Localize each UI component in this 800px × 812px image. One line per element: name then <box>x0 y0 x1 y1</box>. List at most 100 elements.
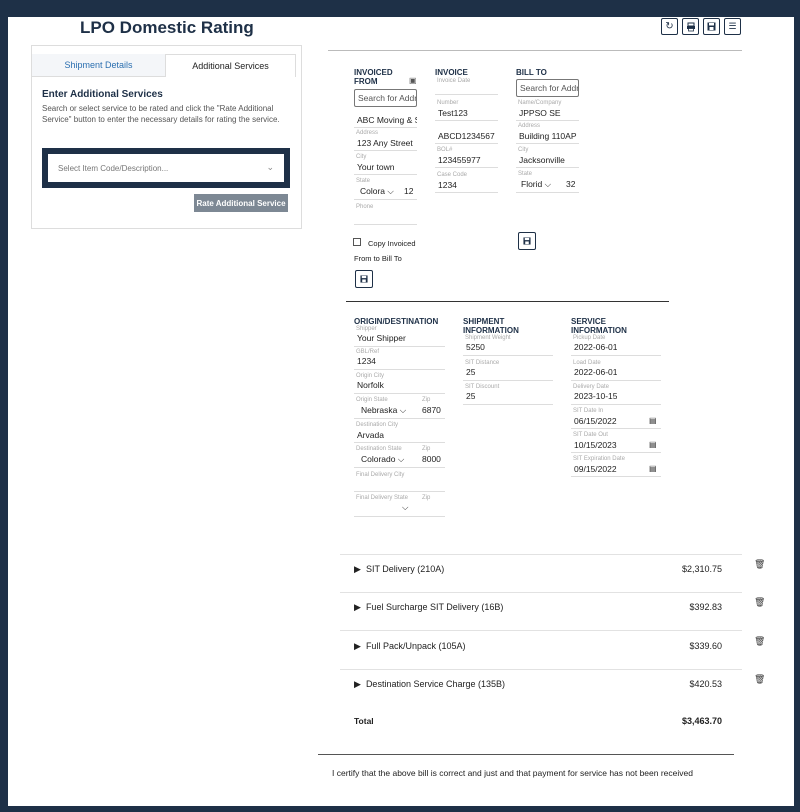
invoiced-from-address-label: Address <box>356 130 379 136</box>
field-underline <box>354 418 445 419</box>
charge-label: SIT Delivery (210A) <box>365 564 445 574</box>
charge-row-destination-service[interactable]: ▶ Destination Service Charge (135B) <box>354 679 505 690</box>
sit-in-label: SIT Date In <box>573 408 604 414</box>
refresh-button[interactable]: ↻ <box>661 18 678 35</box>
origin-zip-label: Zip <box>422 397 431 403</box>
shipment-information-heading: SHIPMENT INFORMATION <box>463 317 519 335</box>
invoice-number-2[interactable]: ABCD1234567 <box>438 131 495 141</box>
origin-state-select[interactable]: Nebraska ⌵ <box>361 405 406 416</box>
calendar-icon[interactable]: ▤ <box>649 440 657 449</box>
invoiced-from-name[interactable]: ABC Moving & S <box>357 115 417 125</box>
delivery-date-value[interactable]: 2023-10-15 <box>574 391 617 401</box>
shipper-label: Shipper <box>356 326 377 332</box>
final-state-select[interactable]: ⌵ <box>402 502 408 513</box>
save-button[interactable] <box>703 18 720 35</box>
trash-icon[interactable]: 🗑 <box>754 597 765 608</box>
trash-icon[interactable]: 🗑 <box>754 674 765 685</box>
charge-label: Destination Service Charge (135B) <box>365 679 506 689</box>
final-state-label: Final Delivery State <box>356 495 409 501</box>
invoiced-from-zip[interactable]: 12 <box>404 186 413 196</box>
invoiced-from-city[interactable]: Your town <box>357 162 395 172</box>
field-underline <box>463 380 553 381</box>
tab-shipment-details[interactable]: Shipment Details <box>32 54 165 77</box>
invoiced-from-state-label: State <box>356 178 371 184</box>
sit-discount-value[interactable]: 25 <box>466 391 475 401</box>
dest-city-label: Destination City <box>356 422 399 428</box>
invoiced-from-city-label: City <box>356 154 367 160</box>
dest-city-value[interactable]: Arvada <box>357 430 384 440</box>
bill-to-search-input[interactable]: Search for Addr <box>516 79 579 97</box>
bill-to-name-label: Name/Company <box>518 100 562 106</box>
calendar-icon[interactable]: ▤ <box>649 416 657 425</box>
charge-row-fuel-surcharge[interactable]: ▶ Fuel Surcharge SIT Delivery (16B) <box>354 602 503 613</box>
save-bill-to-button[interactable] <box>518 232 536 250</box>
sit-out-value[interactable]: 10/15/2023 <box>574 440 617 450</box>
origin-city-value[interactable]: Norfolk <box>357 380 384 390</box>
sit-distance-value[interactable]: 25 <box>466 367 475 377</box>
load-date-label: Load Date <box>573 360 601 366</box>
field-underline <box>354 442 445 443</box>
field-underline <box>354 491 445 492</box>
panel-heading: Enter Additional Services <box>42 89 163 100</box>
field-underline <box>354 199 417 200</box>
print-button[interactable] <box>682 18 699 35</box>
dest-zip-value[interactable]: 8000 <box>422 454 441 464</box>
total-amount: $3,463.70 <box>681 716 722 726</box>
bill-to-city[interactable]: Jacksonville <box>519 155 565 165</box>
service-select[interactable]: Select Item Code/Description... ⌄ <box>48 154 284 182</box>
gbl-value[interactable]: 1234 <box>357 356 376 366</box>
chevron-down-icon: ⌄ <box>266 162 274 172</box>
origin-destination-heading: ORIGIN/DESTINATION <box>354 317 439 326</box>
bill-to-state: Florid <box>521 179 543 189</box>
invoiced-from-address[interactable]: 123 Any Street <box>357 138 419 148</box>
invoice-case-label: Case Code <box>437 172 468 178</box>
shipper-value[interactable]: Your Shipper <box>357 333 406 343</box>
charge-row-full-pack[interactable]: ▶ Full Pack/Unpack (105A) <box>354 641 465 652</box>
calendar-icon[interactable]: ▤ <box>649 464 657 473</box>
shipment-weight-value[interactable]: 5250 <box>466 342 485 352</box>
expand-caret-icon: ▶ <box>354 641 361 651</box>
dest-state-select[interactable]: Colorado ⌵ <box>361 454 404 465</box>
service-select-wrapper: Select Item Code/Description... ⌄ <box>42 148 290 188</box>
invoice-number[interactable]: Test123 <box>438 108 468 118</box>
bill-to-name[interactable]: JPPSO SE <box>519 108 561 118</box>
sit-in-value[interactable]: 06/15/2022 <box>574 416 617 426</box>
trash-icon[interactable]: 🗑 <box>754 559 765 570</box>
list-button[interactable]: ☰ <box>724 18 741 35</box>
invoiced-from-search-input[interactable]: Search for Addr <box>354 89 417 107</box>
field-underline <box>571 404 661 405</box>
copy-label-line-1: Copy Invoiced <box>368 239 416 248</box>
copy-to-bill-checkbox[interactable] <box>353 238 361 246</box>
refresh-icon: ↻ <box>665 21 674 32</box>
tab-additional-services[interactable]: Additional Services <box>165 54 296 77</box>
sit-expiration-value[interactable]: 09/15/2022 <box>574 464 617 474</box>
load-date-value[interactable]: 2022-06-01 <box>574 367 617 377</box>
pickup-date-value[interactable]: 2022-06-01 <box>574 342 617 352</box>
field-underline <box>354 516 445 517</box>
row-divider <box>340 554 742 555</box>
bill-to-zip[interactable]: 32 <box>566 179 575 189</box>
rate-additional-service-button[interactable]: Rate Additional Service <box>194 194 288 212</box>
field-underline <box>435 94 498 95</box>
field-underline <box>571 380 661 381</box>
chevron-down-icon: ⌵ <box>402 502 409 512</box>
address-book-icon[interactable]: ▣ <box>409 76 417 85</box>
invoiced-from-state-select[interactable]: Colora ⌵ <box>360 186 394 197</box>
origin-zip-value[interactable]: 6870 <box>422 405 441 415</box>
bill-to-state-select[interactable]: Florid ⌵ <box>521 179 551 190</box>
sit-discount-label: SIT Discount <box>465 384 500 390</box>
field-underline <box>354 346 445 347</box>
field-underline <box>516 120 579 121</box>
panel-description: Search or select service to be rated and… <box>42 104 280 124</box>
chevron-down-icon: ⌵ <box>397 454 405 464</box>
field-underline <box>571 476 661 477</box>
save-invoiced-from-button[interactable] <box>355 270 373 288</box>
bill-to-city-label: City <box>518 147 529 153</box>
bill-to-address[interactable]: Building 110AP <box>519 131 581 141</box>
charge-row-sit-delivery[interactable]: ▶ SIT Delivery (210A) <box>354 564 444 575</box>
field-underline <box>463 404 553 405</box>
service-select-placeholder: Select Item Code/Description... <box>58 163 169 173</box>
invoice-case[interactable]: 1234 <box>438 180 457 190</box>
invoice-bol[interactable]: 123455977 <box>438 155 481 165</box>
trash-icon[interactable]: 🗑 <box>754 636 765 647</box>
